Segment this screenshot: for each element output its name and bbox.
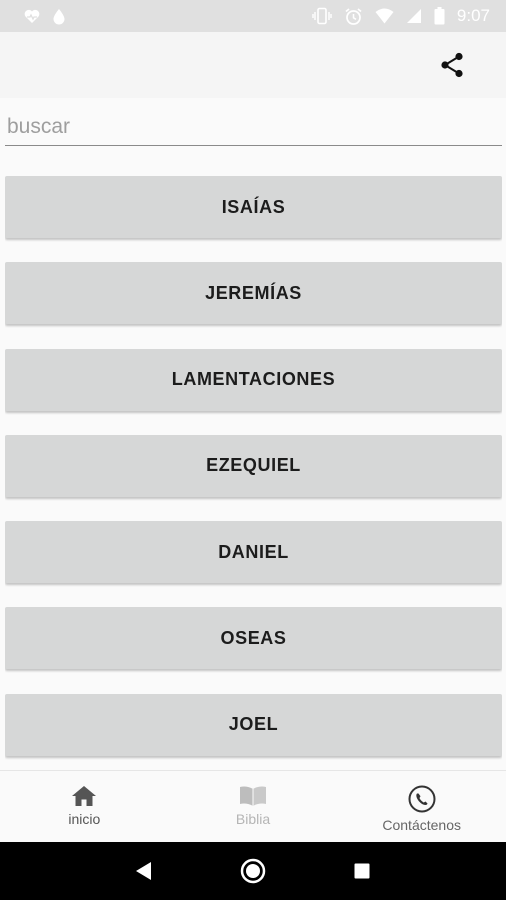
back-icon [136,862,152,880]
nav-label-inicio: inicio [68,811,101,827]
drop-icon [52,8,66,25]
search-field [5,108,502,146]
book-label: OSEAS [220,627,287,648]
nav-label-contactenos: Contáctenos [382,817,461,833]
book-list: ISAÍAS JEREMÍAS LAMENTACIONES EZEQUIEL D… [5,176,502,768]
book-button-lamentaciones[interactable]: LAMENTACIONES [5,348,502,411]
recents-icon [354,863,370,879]
book-button-jeremias[interactable]: JEREMÍAS [5,262,502,325]
share-icon [441,52,463,78]
home-icon [72,786,97,806]
home-button[interactable] [233,851,273,891]
book-button-oseas[interactable]: OSEAS [5,607,502,670]
book-button-isaias[interactable]: ISAÍAS [5,176,502,238]
book-label: JOEL [228,714,279,735]
back-button[interactable] [124,851,164,891]
book-icon [240,786,266,806]
book-label: ISAÍAS [221,196,286,217]
phone-icon [408,785,436,813]
book-label: LAMENTACIONES [171,369,336,390]
wifi-icon [375,8,394,24]
book-button-joel[interactable]: JOEL [5,693,502,756]
nav-item-biblia[interactable]: Biblia [169,771,338,842]
book-button-ezequiel[interactable]: EZEQUIEL [5,434,502,497]
status-bar: 9:07 [0,0,506,32]
book-label: DANIEL [218,541,289,562]
recents-button[interactable] [342,851,382,891]
system-navigation-bar [0,842,506,900]
share-button[interactable] [438,51,466,79]
heart-monitor-icon [24,9,40,24]
search-input[interactable] [5,108,502,145]
nav-label-biblia: Biblia [235,811,271,827]
home-circle-icon [240,858,266,884]
book-label: EZEQUIEL [206,455,301,476]
nav-item-inicio[interactable]: inicio [0,771,169,842]
alarm-icon [344,7,363,26]
status-time: 9:07 [456,6,490,25]
nav-item-contactenos[interactable]: Contáctenos [337,771,506,842]
book-label: JEREMÍAS [205,282,302,303]
bottom-navigation: inicio Biblia Contáctenos [0,770,506,842]
signal-icon [406,8,422,24]
vibrate-icon [312,7,332,25]
book-button-daniel[interactable]: DANIEL [5,521,502,584]
battery-icon [434,7,445,25]
app-toolbar [0,32,506,98]
app-screen: 9:07 ISAÍAS JEREMÍAS LAMENTACIONES EZEQU… [0,0,506,900]
